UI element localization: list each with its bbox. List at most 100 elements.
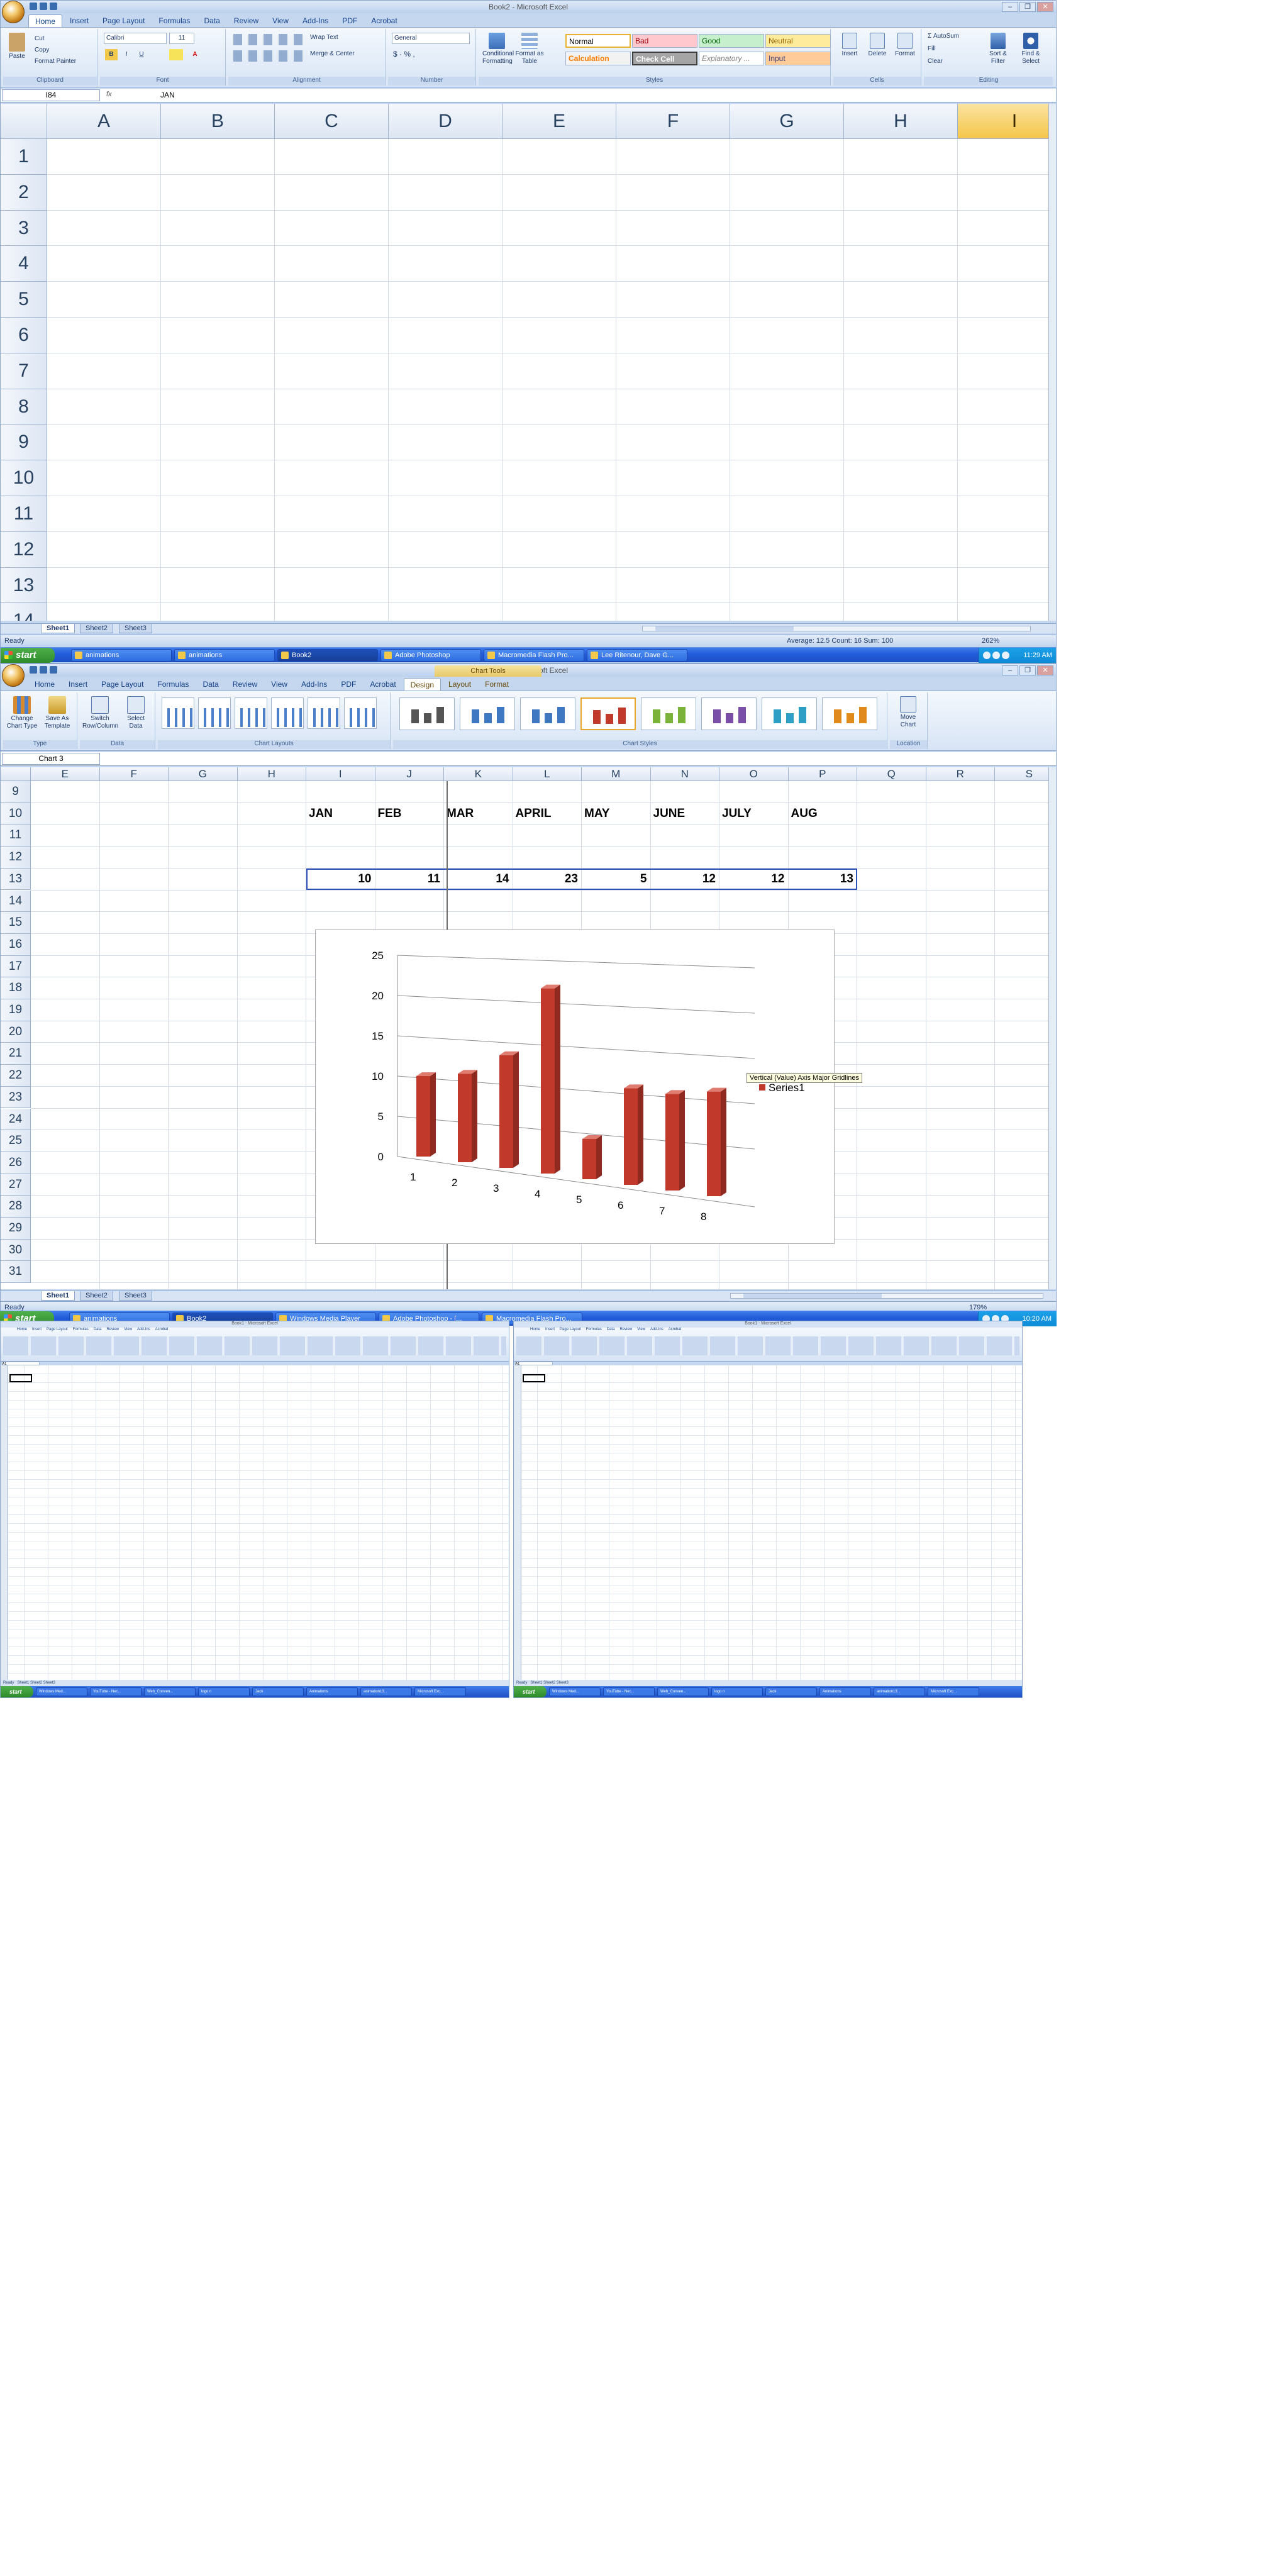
column-header-e[interactable]: E (502, 104, 616, 139)
taskbar-button[interactable]: YouTube - Nec... (90, 1687, 142, 1696)
column-header-e[interactable]: E (31, 767, 100, 781)
row-header[interactable]: 13 (1, 868, 31, 891)
column-header-i[interactable]: I (306, 767, 375, 781)
row-header[interactable]: 11 (1, 824, 31, 847)
taskbar-button[interactable]: Web_Conven... (657, 1687, 709, 1696)
tab-acrobat[interactable]: Acrobat (155, 1328, 169, 1331)
tab-layout[interactable]: Layout (442, 678, 477, 691)
taskbar-button[interactable]: animations (71, 649, 172, 662)
save-icon[interactable] (30, 3, 37, 10)
column-header-d[interactable]: D (389, 104, 502, 139)
delete-cells-button[interactable]: Delete (865, 33, 890, 58)
column-header-f[interactable]: F (616, 104, 730, 139)
chart-style-thumb[interactable] (460, 697, 515, 730)
start-button[interactable]: start (1, 648, 55, 663)
horizontal-scrollbar[interactable] (642, 626, 1031, 631)
chart-layout-thumb[interactable] (235, 697, 267, 729)
row-header[interactable]: 3 (1, 210, 47, 247)
wrap-text-button[interactable]: Wrap Text (310, 34, 338, 42)
taskbar-button[interactable]: animations (174, 649, 275, 662)
sheet-tab-3[interactable]: Sheet3 (43, 1681, 55, 1685)
sheet-tab-1[interactable]: Sheet1 (17, 1681, 29, 1685)
row-header[interactable]: 5 (1, 282, 47, 318)
chart-style-thumb[interactable] (822, 697, 877, 730)
close-button[interactable]: ✕ (1037, 2, 1053, 12)
sheet-tab-3[interactable]: Sheet3 (119, 1291, 152, 1301)
month-cell[interactable]: MAR (447, 807, 474, 821)
taskbar-button[interactable]: Jack (252, 1687, 304, 1696)
tab-home[interactable]: Home (28, 14, 63, 27)
tab-insert[interactable]: Insert (64, 14, 95, 27)
active-cell[interactable] (523, 1374, 545, 1382)
format-as-table-button[interactable]: Format as Table (515, 33, 544, 65)
save-icon[interactable] (30, 666, 37, 674)
switch-row-column-button[interactable]: Switch Row/Column (82, 696, 118, 730)
row-header[interactable]: 13 (1, 567, 47, 604)
row-header[interactable]: 7 (1, 353, 47, 389)
select-data-button[interactable]: Select Data (120, 696, 152, 730)
sheet-tab-1[interactable]: Sheet1 (41, 1291, 75, 1301)
row-header[interactable]: 12 (1, 531, 47, 568)
office-button[interactable] (2, 1, 25, 23)
month-cell[interactable]: JULY (722, 807, 752, 821)
chart-layout-thumb[interactable] (344, 697, 377, 729)
chart-layout-thumb[interactable] (198, 697, 231, 729)
chart-style-thumb[interactable] (762, 697, 817, 730)
tab-review[interactable]: Review (228, 14, 265, 27)
column-header-p[interactable]: P (788, 767, 857, 781)
font-size-select[interactable]: 11 (169, 33, 194, 44)
move-chart-button[interactable]: Move Chart (894, 696, 923, 729)
insert-cells-button[interactable]: Insert (837, 33, 862, 58)
tab-pdf[interactable]: PDF (335, 678, 362, 691)
row-header[interactable]: 18 (1, 977, 31, 999)
tab-page-layout[interactable]: Page Layout (96, 14, 151, 27)
row-header[interactable]: 15 (1, 912, 31, 934)
column-header-c[interactable]: C (275, 104, 389, 139)
tab-view[interactable]: View (266, 14, 295, 27)
tab-add-ins[interactable]: Add-Ins (296, 14, 335, 27)
row-header[interactable]: 14 (1, 603, 47, 621)
row-header[interactable]: 24 (1, 1108, 31, 1131)
merge-center-button[interactable]: Merge & Center (310, 50, 355, 58)
taskbar-button[interactable]: Macromedia Flash Pro... (484, 649, 584, 662)
taskbar-button[interactable]: animation13... (360, 1687, 412, 1696)
number-format-select[interactable]: General (392, 33, 470, 44)
tab-formulas[interactable]: Formulas (73, 1328, 89, 1331)
row-header[interactable]: 22 (1, 1065, 31, 1087)
worksheet-grid[interactable]: ABCDEFGHI 1 2 3 4 5 6 7 8 9 10 11 12 13 14 (1, 104, 1056, 621)
style-explanatory[interactable]: Explanatory ... (699, 52, 764, 65)
format-cells-button[interactable]: Format (892, 33, 918, 58)
taskbar-button[interactable]: Jack (765, 1687, 817, 1696)
row-header[interactable]: 2 (1, 174, 47, 211)
zoom-level[interactable]: 262% (982, 635, 999, 647)
month-cell[interactable]: APRIL (516, 807, 552, 821)
italic-icon[interactable]: I (120, 49, 133, 60)
column-header-m[interactable]: M (582, 767, 651, 781)
format-painter-button[interactable]: Format Painter (35, 58, 76, 65)
restore-button[interactable]: ❐ (1019, 665, 1036, 675)
row-header[interactable]: 10 (1, 460, 47, 496)
chart-layout-thumb[interactable] (271, 697, 304, 729)
select-all-corner[interactable] (1, 767, 31, 781)
tab-review[interactable]: Review (619, 1328, 632, 1331)
tab-data[interactable]: Data (197, 14, 226, 27)
month-cell[interactable]: JUNE (653, 807, 686, 821)
column-header-r[interactable]: R (926, 767, 995, 781)
column-header-s[interactable]: S (995, 767, 1056, 781)
column-header-o[interactable]: O (719, 767, 789, 781)
bar-chart-3d[interactable]: 0 5 10 15 20 25 1 2 3 4 5 6 7 8 Series1 (316, 930, 835, 1245)
tab-page-layout[interactable]: Page Layout (95, 678, 150, 691)
row-header[interactable]: 8 (1, 389, 47, 425)
tab-review[interactable]: Review (106, 1328, 119, 1331)
value-cell[interactable]: 5 (582, 872, 647, 886)
row-header[interactable]: 30 (1, 1239, 31, 1262)
value-cell[interactable]: 10 (306, 872, 371, 886)
month-cell[interactable]: FEB (378, 807, 402, 821)
column-header-b[interactable]: B (161, 104, 275, 139)
taskbar-button[interactable]: Windows Med... (36, 1687, 87, 1696)
column-header-g[interactable]: G (169, 767, 238, 781)
taskbar-button[interactable]: Microsoft Exc... (414, 1687, 466, 1696)
clear-button[interactable]: Clear (928, 58, 943, 65)
tab-view[interactable]: View (124, 1328, 132, 1331)
name-box[interactable]: Chart 3 (2, 753, 100, 765)
